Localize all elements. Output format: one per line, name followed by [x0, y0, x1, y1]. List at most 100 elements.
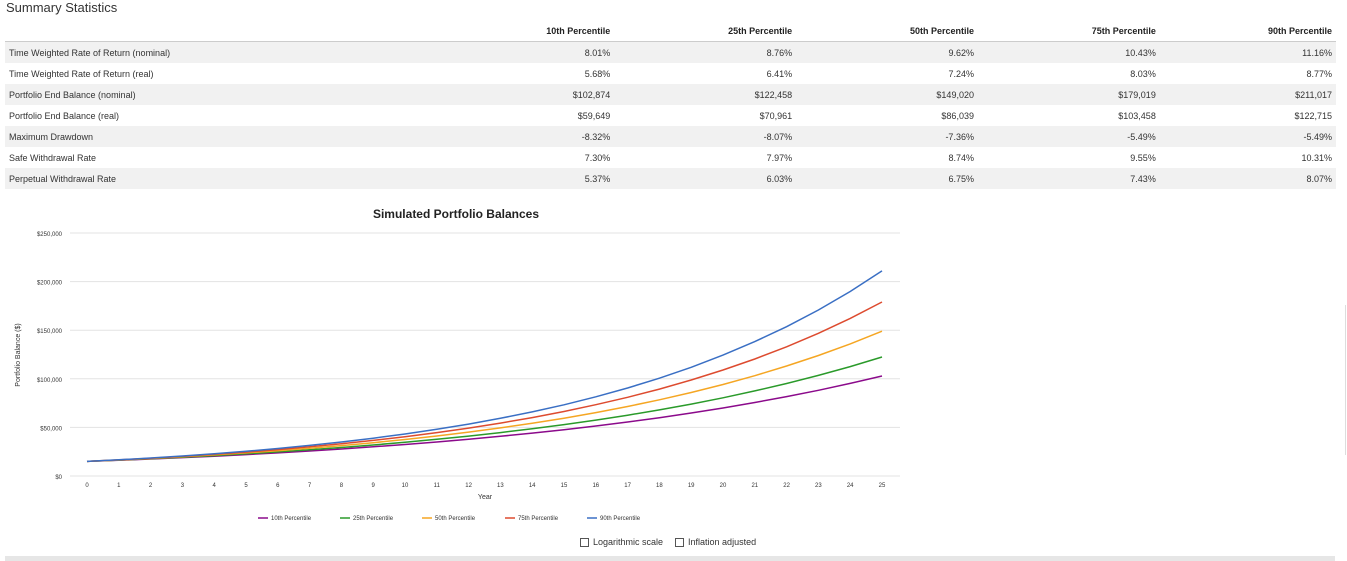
row-value: 10.43% [977, 41, 1160, 63]
row-value: 6.03% [614, 168, 797, 189]
header-empty [5, 20, 457, 42]
row-label: Portfolio End Balance (nominal) [5, 84, 457, 105]
x-tick-label: 15 [561, 483, 568, 489]
row-label: Time Weighted Rate of Return (real) [5, 63, 457, 84]
x-tick-label: 17 [624, 483, 631, 489]
x-tick-label: 18 [656, 483, 663, 489]
chart-title: Simulated Portfolio Balances [373, 207, 539, 221]
row-value: $122,715 [1159, 105, 1336, 126]
vertical-scrollbar[interactable] [1345, 305, 1346, 455]
inflation-label: Inflation adjusted [688, 537, 757, 547]
inflation-checkbox[interactable]: Inflation adjusted [675, 537, 756, 547]
row-value: 8.07% [1159, 168, 1336, 189]
y-axis-label: Portfolio Balance ($) [15, 323, 22, 386]
x-tick-label: 2 [149, 483, 153, 489]
row-label: Maximum Drawdown [5, 126, 457, 147]
x-tick-label: 22 [783, 483, 790, 489]
series-line [86, 270, 883, 463]
row-label: Safe Withdrawal Rate [5, 147, 457, 168]
row-value: $103,458 [977, 105, 1160, 126]
header-col: 25th Percentile [614, 20, 797, 42]
y-tick-label: $200,000 [37, 281, 63, 287]
x-tick-label: 12 [465, 483, 472, 489]
table-header-row: 10th Percentile 25th Percentile 50th Per… [5, 20, 1336, 42]
row-label: Time Weighted Rate of Return (nominal) [5, 41, 457, 63]
legend-label: 90th Percentile [600, 516, 641, 522]
row-value: $70,961 [614, 105, 797, 126]
row-value: 5.68% [456, 63, 615, 84]
row-value: 8.03% [977, 63, 1160, 84]
row-value: $211,017 [1159, 84, 1336, 105]
x-tick-label: 25 [879, 483, 886, 489]
series-line [86, 330, 883, 463]
row-value: 9.55% [977, 147, 1160, 168]
x-tick-label: 5 [244, 483, 248, 489]
x-tick-label: 0 [85, 483, 89, 489]
legend-label: 50th Percentile [435, 516, 476, 522]
table-row: Portfolio End Balance (nominal) $102,874 $… [5, 84, 1336, 105]
chart-svg: Simulated Portfolio Balances $0 $50,000 $10… [15, 207, 900, 522]
summary-table: 10th Percentile 25th Percentile 50th Per… [5, 20, 1336, 189]
x-tick-label: 1 [117, 483, 121, 489]
legend-label: 25th Percentile [353, 516, 394, 522]
table-row: Safe Withdrawal Rate 7.30% 7.97% 8.74% 9.55%… [5, 147, 1336, 168]
x-tick-label: 24 [847, 483, 854, 489]
y-tick-label: $250,000 [37, 232, 63, 238]
row-value: $122,458 [614, 84, 797, 105]
table-row: Portfolio End Balance (real) $59,649 $70,9… [5, 105, 1336, 126]
x-tick-label: 4 [213, 483, 217, 489]
row-value: 6.75% [796, 168, 978, 189]
legend-label: 75th Percentile [518, 516, 559, 522]
x-tick-label: 19 [688, 483, 695, 489]
row-value: -8.07% [614, 126, 797, 147]
x-tick-label: 9 [372, 483, 376, 489]
table-row: Perpetual Withdrawal Rate 5.37% 6.03% 6.75%… [5, 168, 1336, 189]
row-value: -5.49% [977, 126, 1160, 147]
x-tick-label: 13 [497, 483, 504, 489]
x-tick-label: 11 [434, 483, 441, 489]
x-tick-label: 14 [529, 483, 536, 489]
row-value: $86,039 [796, 105, 978, 126]
y-tick-label: $150,000 [37, 329, 63, 335]
x-tick-label: 21 [751, 483, 758, 489]
header-col: 50th Percentile [796, 20, 978, 42]
summary-title: Summary Statistics [6, 0, 118, 15]
row-value: 7.30% [456, 147, 615, 168]
table-row: Maximum Drawdown -8.32% -8.07% -7.36% -5.49%… [5, 126, 1336, 147]
legend-label: 10th Percentile [271, 516, 312, 522]
x-tick-label: 20 [720, 483, 727, 489]
y-tick-label: $50,000 [40, 426, 62, 432]
row-value: 7.97% [614, 147, 797, 168]
row-value: 5.37% [456, 168, 615, 189]
row-value: $179,019 [977, 84, 1160, 105]
checkbox-icon[interactable] [580, 537, 589, 547]
row-value: -7.36% [796, 126, 978, 147]
row-label: Perpetual Withdrawal Rate [5, 168, 457, 189]
x-tick-label: 7 [308, 483, 312, 489]
x-tick-label: 23 [815, 483, 822, 489]
horizontal-scrollbar[interactable] [5, 556, 1335, 561]
row-value: $149,020 [796, 84, 978, 105]
row-value: 8.77% [1159, 63, 1336, 84]
log-scale-checkbox[interactable]: Logarithmic scale [580, 537, 663, 547]
portfolio-chart: Simulated Portfolio Balances $0 $50,000 $10… [0, 195, 910, 560]
row-value: 8.01% [456, 41, 615, 63]
y-tick-label: $0 [55, 475, 62, 481]
header-col: 10th Percentile [456, 20, 615, 42]
log-scale-label: Logarithmic scale [593, 537, 664, 547]
table-row: Time Weighted Rate of Return (nominal) 8.… [5, 41, 1336, 63]
header-col: 75th Percentile [977, 20, 1160, 42]
row-value: 8.76% [614, 41, 797, 63]
row-value: 7.43% [977, 168, 1160, 189]
chart-options: Logarithmic scale Inflation adjusted [580, 537, 756, 547]
y-tick-label: $100,000 [37, 378, 63, 384]
x-tick-label: 16 [592, 483, 599, 489]
row-value: $102,874 [456, 84, 615, 105]
table-row: Time Weighted Rate of Return (real) 5.68%… [5, 63, 1336, 84]
checkbox-icon[interactable] [675, 537, 685, 547]
row-value: $59,649 [456, 105, 615, 126]
row-label: Portfolio End Balance (real) [5, 105, 457, 126]
header-col: 90th Percentile [1159, 20, 1336, 42]
row-value: 11.16% [1159, 41, 1336, 63]
row-value: 7.24% [796, 63, 978, 84]
